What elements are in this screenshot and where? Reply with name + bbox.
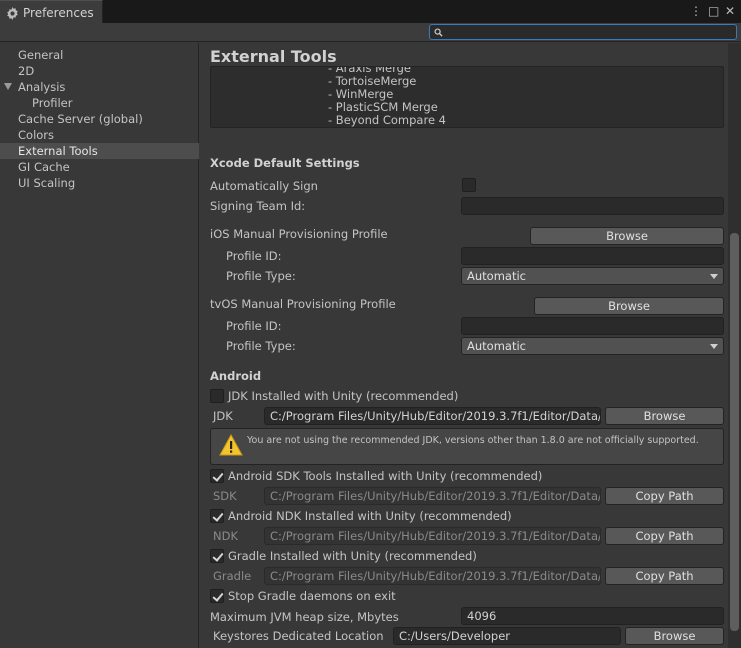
gradle-installed-label: Gradle Installed with Unity (recommended… <box>228 549 477 563</box>
gear-icon <box>7 6 18 20</box>
jdk-path-field[interactable] <box>264 407 601 425</box>
ios-profile-label: iOS Manual Provisioning Profile <box>210 227 388 241</box>
ndk-path-field <box>264 527 601 545</box>
tvos-profile-id-field[interactable] <box>461 317 724 335</box>
sidebar-item-label: GI Cache <box>18 160 70 174</box>
ios-browse-button[interactable]: Browse <box>530 227 724 245</box>
jdk-installed-label: JDK Installed with Unity (recommended) <box>228 389 459 403</box>
auto-sign-label: Automatically Sign <box>210 179 318 193</box>
preferences-window: Preferences ⋮ □ ✕ General 2D Analysis Pr… <box>0 0 741 648</box>
sdk-installed-checkbox[interactable] <box>210 469 224 483</box>
ndk-installed-label: Android NDK Installed with Unity (recomm… <box>228 509 512 523</box>
gradle-path-field <box>264 567 601 585</box>
search-bar <box>0 23 741 42</box>
diff-tool-item: - Beyond Compare 4 <box>328 113 446 127</box>
scrollbar-thumb[interactable] <box>730 233 739 631</box>
sidebar-item-analysis[interactable]: Analysis <box>0 79 199 95</box>
jdk-installed-checkbox[interactable] <box>210 389 224 403</box>
signing-team-field[interactable] <box>461 197 724 215</box>
ios-profile-type-dropdown[interactable]: Automatic <box>461 267 724 285</box>
title-bar: Preferences ⋮ □ ✕ <box>0 0 741 25</box>
gradle-copy-path-button[interactable]: Copy Path <box>605 567 724 585</box>
warning-text: You are not using the recommended JDK, v… <box>247 435 699 446</box>
ndk-installed-checkbox[interactable] <box>210 509 224 523</box>
sidebar-item-label: Profiler <box>32 96 73 110</box>
keystore-location-field[interactable] <box>393 627 621 645</box>
gradle-label: Gradle <box>213 569 252 583</box>
sidebar-item-label: 2D <box>18 64 35 78</box>
sdk-installed-label: Android SDK Tools Installed with Unity (… <box>228 469 543 483</box>
keystore-browse-button[interactable]: Browse <box>625 627 724 645</box>
window-menu-icon[interactable]: ⋮ <box>690 4 702 18</box>
auto-sign-checkbox[interactable] <box>462 178 476 192</box>
sidebar-item-gi-cache[interactable]: GI Cache <box>0 159 199 175</box>
scrollbar[interactable] <box>728 43 741 648</box>
chevron-down-icon <box>710 344 718 349</box>
sdk-path-field <box>264 487 601 505</box>
jdk-warning-box: You are not using the recommended JDK, v… <box>210 428 724 465</box>
dropdown-value: Automatic <box>467 269 526 283</box>
sdk-copy-path-button[interactable]: Copy Path <box>605 487 724 505</box>
sidebar-item-label: Cache Server (global) <box>18 112 143 126</box>
gradle-installed-checkbox[interactable] <box>210 549 224 563</box>
page-title: External Tools <box>210 47 337 66</box>
tvos-profile-id-label: Profile ID: <box>226 319 282 333</box>
sidebar: General 2D Analysis Profiler Cache Serve… <box>0 43 199 648</box>
close-icon[interactable]: ✕ <box>725 4 735 18</box>
sidebar-item-external-tools[interactable]: External Tools <box>0 143 199 159</box>
sidebar-item-label: Analysis <box>18 80 66 94</box>
settings-panel: - Araxis Merge - TortoiseMerge - WinMerg… <box>200 43 741 648</box>
preferences-tab[interactable]: Preferences <box>0 0 103 25</box>
ios-profile-id-label: Profile ID: <box>226 249 282 263</box>
ndk-copy-path-button[interactable]: Copy Path <box>605 527 724 545</box>
sidebar-item-profiler[interactable]: Profiler <box>0 95 199 111</box>
jdk-label: JDK <box>213 409 233 423</box>
sidebar-item-2d[interactable]: 2D <box>0 63 199 79</box>
tvos-profile-type-dropdown[interactable]: Automatic <box>461 337 724 355</box>
sidebar-item-colors[interactable]: Colors <box>0 127 199 143</box>
android-section-header: Android <box>210 369 262 383</box>
jdk-browse-button[interactable]: Browse <box>605 407 724 425</box>
sidebar-item-label: Colors <box>18 128 55 142</box>
sidebar-item-label: External Tools <box>18 144 98 158</box>
xcode-section-header: Xcode Default Settings <box>210 156 360 170</box>
jvm-heap-label: Maximum JVM heap size, Mbytes <box>210 610 399 624</box>
sidebar-item-ui-scaling[interactable]: UI Scaling <box>0 175 199 191</box>
search-input[interactable] <box>429 24 737 40</box>
sidebar-item-general[interactable]: General <box>0 47 199 63</box>
warning-icon <box>219 434 243 456</box>
maximize-icon[interactable]: □ <box>708 4 719 18</box>
sidebar-item-label: UI Scaling <box>18 176 76 190</box>
jvm-heap-field[interactable] <box>461 607 724 625</box>
tvos-profile-type-label: Profile Type: <box>226 339 296 353</box>
diff-tools-help-box: - Araxis Merge - TortoiseMerge - WinMerg… <box>210 66 724 128</box>
tvos-profile-label: tvOS Manual Provisioning Profile <box>210 297 396 311</box>
signing-team-label: Signing Team Id: <box>210 199 306 213</box>
sdk-label: SDK <box>213 489 237 503</box>
dropdown-value: Automatic <box>467 339 526 353</box>
ndk-label: NDK <box>213 529 238 543</box>
foldout-arrow-icon[interactable] <box>4 83 12 90</box>
keystore-location-label: Keystores Dedicated Location <box>213 629 384 643</box>
search-icon <box>434 28 443 37</box>
stop-gradle-label: Stop Gradle daemons on exit <box>228 589 396 603</box>
chevron-down-icon <box>710 274 718 279</box>
stop-gradle-checkbox[interactable] <box>210 589 224 603</box>
ios-profile-type-label: Profile Type: <box>226 269 296 283</box>
tvos-browse-button[interactable]: Browse <box>534 297 724 315</box>
sidebar-item-cache-server[interactable]: Cache Server (global) <box>0 111 199 127</box>
sidebar-item-label: General <box>18 48 64 62</box>
ios-profile-id-field[interactable] <box>461 247 724 265</box>
tab-title: Preferences <box>23 6 94 20</box>
